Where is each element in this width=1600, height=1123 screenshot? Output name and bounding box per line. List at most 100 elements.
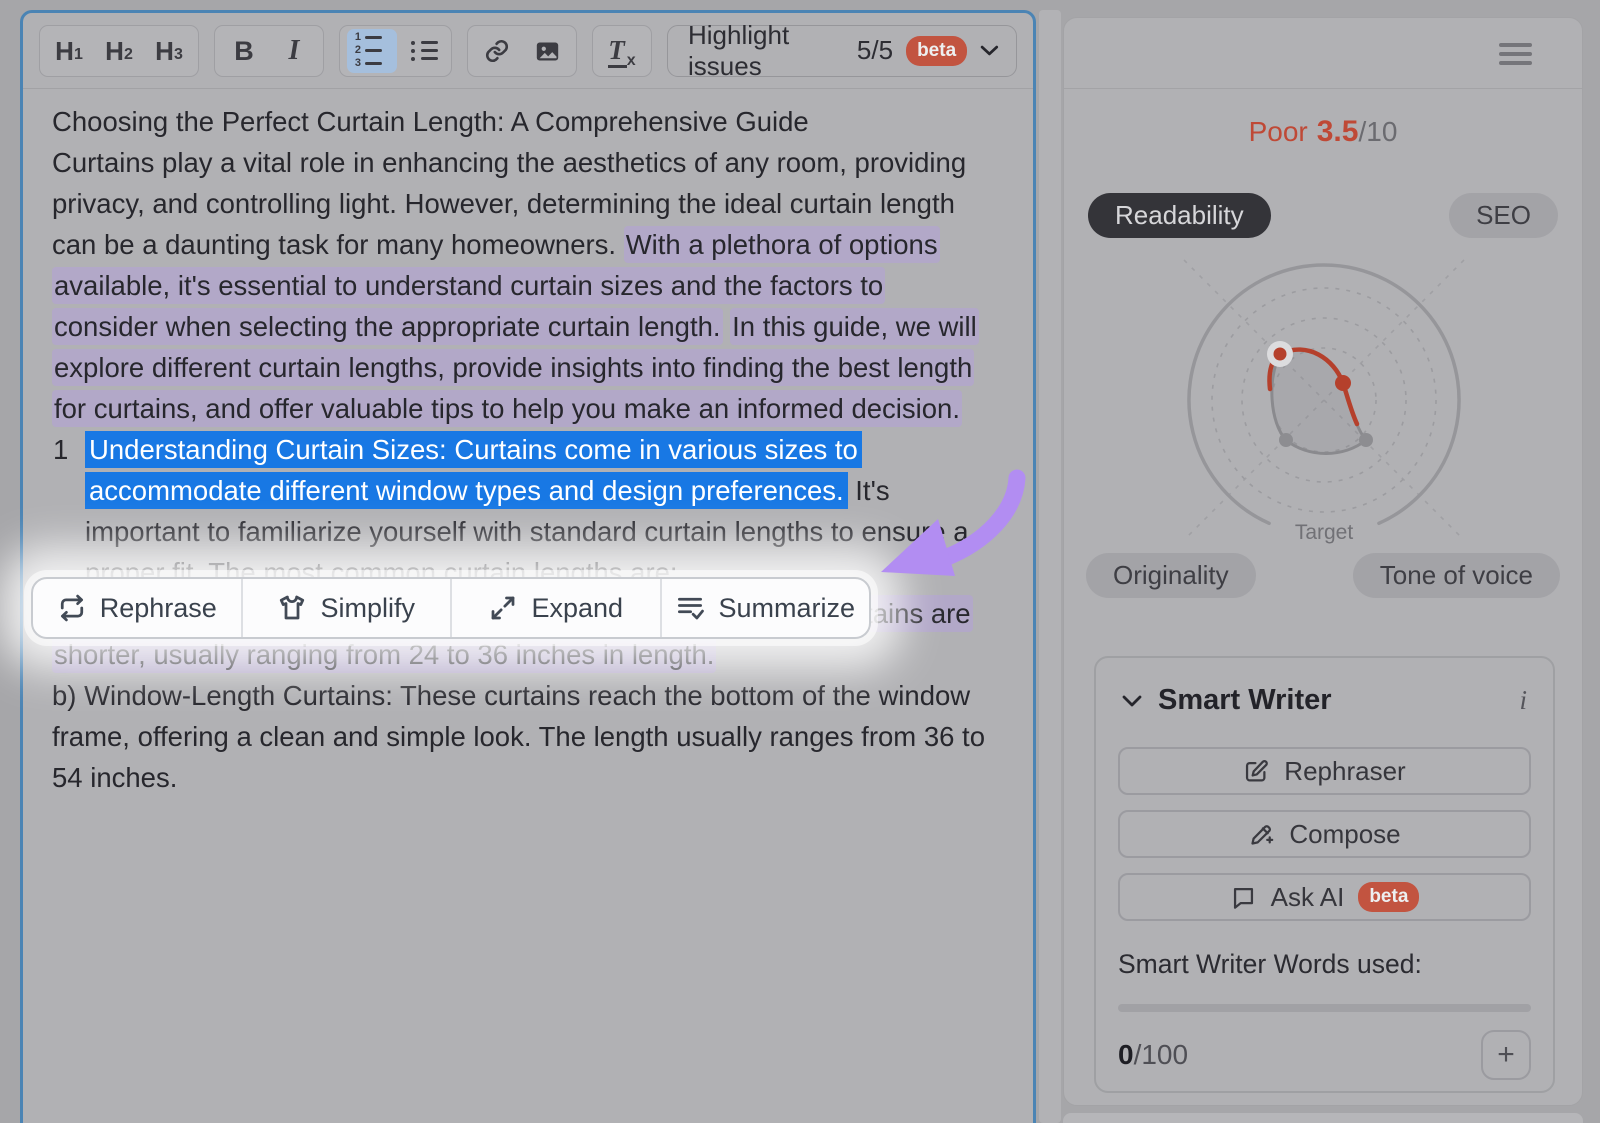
h1-sub: 1	[74, 47, 83, 63]
h3-label: H	[155, 29, 174, 73]
smart-writer-header: Smart Writer i	[1122, 684, 1527, 717]
ol-digit: 1	[353, 33, 361, 42]
bullet-list-icon-row	[409, 49, 438, 53]
ask-ai-icon	[1230, 884, 1257, 911]
scrollbar[interactable]	[1039, 10, 1061, 1123]
ask-ai-button[interactable]: Ask AI beta	[1118, 873, 1531, 921]
menu-icon[interactable]	[1499, 43, 1532, 65]
ordered-list-icon: 1	[353, 33, 382, 42]
compose-label: Compose	[1289, 819, 1400, 850]
panel-header	[1064, 18, 1582, 89]
plus-icon: +	[1497, 1038, 1515, 1072]
seo-writing-assistant-app: H1 H2 H3 B I 1 2 3	[0, 0, 1600, 1123]
ask-ai-label: Ask AI	[1271, 882, 1345, 913]
tone-of-voice-label: Tone of voice	[1380, 560, 1533, 591]
overall-score: Poor3.5/10	[1064, 115, 1582, 149]
h2-button[interactable]: H2	[97, 29, 141, 73]
clear-formatting-icon: T x	[608, 34, 635, 68]
gauge-target-label: Target	[1295, 521, 1354, 544]
gauge-point-gray	[1279, 433, 1293, 447]
tab-tone-of-voice[interactable]: Tone of voice	[1353, 553, 1560, 598]
clear-format-t: T	[608, 37, 627, 68]
add-words-button[interactable]: +	[1481, 1030, 1531, 1080]
link-button[interactable]	[475, 29, 519, 73]
bold-icon: B	[234, 29, 254, 73]
score-max: /10	[1358, 116, 1397, 147]
document-content[interactable]: Choosing the Perfect Curtain Length: A C…	[52, 101, 992, 798]
words-used-progress-bar	[1118, 1004, 1531, 1012]
ordered-list-icon-row: 3	[353, 59, 382, 68]
h3-button[interactable]: H3	[147, 29, 191, 73]
collapse-chevron-icon[interactable]	[1122, 695, 1142, 707]
tab-readability[interactable]: Readability	[1088, 193, 1271, 238]
ordered-list-icon-row: 2	[353, 46, 382, 55]
tab-seo[interactable]: SEO	[1449, 193, 1558, 238]
list-button-group: 1 2 3	[339, 25, 452, 77]
simplify-icon	[277, 593, 307, 623]
simplify-label: Simplify	[320, 593, 415, 624]
ol-digit: 2	[353, 46, 361, 55]
score-tabs-bottom: Originality Tone of voice	[1064, 553, 1582, 598]
selected-text: Understanding Curtain Sizes: Curtains co…	[85, 431, 862, 509]
expand-icon	[488, 593, 518, 623]
beta-badge: beta	[906, 36, 967, 66]
beta-badge: beta	[1358, 882, 1419, 912]
words-used-max: /100	[1134, 1039, 1189, 1070]
summarize-icon	[675, 593, 705, 623]
rephraser-button[interactable]: Rephraser	[1118, 747, 1531, 795]
paragraph-window-length: b) Window-Length Curtains: These curtain…	[52, 675, 992, 798]
h1-button[interactable]: H1	[47, 29, 91, 73]
rephrase-icon	[57, 593, 87, 623]
heading-button-group: H1 H2 H3	[39, 25, 199, 77]
score-value: 3.5	[1317, 115, 1359, 148]
rephraser-label: Rephraser	[1284, 756, 1405, 787]
bold-button[interactable]: B	[222, 29, 266, 73]
list-number: 1	[53, 429, 68, 470]
h3-sub: 3	[174, 47, 183, 63]
bullet-list-icon	[409, 41, 438, 45]
rephrase-label: Rephrase	[100, 593, 217, 624]
summarize-button[interactable]: Summarize	[660, 579, 870, 637]
gauge-point-gray	[1359, 433, 1373, 447]
smart-writer-card: Smart Writer i Rephraser Compose	[1094, 656, 1555, 1093]
insert-button-group	[467, 25, 577, 77]
words-used-count: 0/100	[1118, 1039, 1188, 1071]
gauge-point-red	[1335, 375, 1351, 391]
clear-formatting-button[interactable]: T x	[600, 29, 644, 73]
clear-format-group: T x	[592, 25, 652, 77]
format-button-group: B I	[214, 25, 324, 77]
image-button[interactable]	[525, 29, 569, 73]
highlight-issues-count: 5/5	[857, 35, 893, 66]
expand-button[interactable]: Expand	[450, 579, 660, 637]
ol-digit: 3	[353, 59, 361, 68]
highlight-issues-label: Highlight issues	[688, 20, 844, 82]
h2-sub: 2	[124, 47, 133, 63]
expand-label: Expand	[531, 593, 623, 624]
italic-button[interactable]: I	[272, 29, 316, 73]
document-title: Choosing the Perfect Curtain Length: A C…	[52, 101, 992, 142]
highlight-issues-dropdown[interactable]: Highlight issues 5/5 beta	[667, 25, 1017, 77]
rephrase-button[interactable]: Rephrase	[33, 579, 241, 637]
clear-format-x: x	[627, 54, 636, 68]
words-used-label: Smart Writer Words used:	[1118, 949, 1531, 980]
tab-originality[interactable]: Originality	[1086, 553, 1256, 598]
info-icon[interactable]: i	[1519, 685, 1527, 716]
h1-label: H	[55, 29, 74, 73]
compose-button[interactable]: Compose	[1118, 810, 1531, 858]
italic-icon: I	[289, 29, 300, 73]
bullet-list-button[interactable]	[403, 29, 444, 73]
ordered-list-button[interactable]: 1 2 3	[347, 29, 397, 73]
image-icon	[534, 38, 561, 65]
score-tabs-top: Readability SEO	[1064, 193, 1582, 238]
chevron-down-icon	[980, 44, 999, 57]
numbered-list-item: 1 Understanding Curtain Sizes: Curtains c…	[52, 429, 992, 593]
seo-label: SEO	[1476, 200, 1531, 231]
editor-toolbar: H1 H2 H3 B I 1 2 3	[23, 13, 1033, 89]
gauge-point-active	[1274, 348, 1287, 361]
bullet-list-icon-row	[409, 57, 438, 61]
readability-label: Readability	[1115, 200, 1244, 231]
originality-label: Originality	[1113, 560, 1229, 591]
words-used-row: 0/100 +	[1118, 1030, 1531, 1080]
editor-panel: H1 H2 H3 B I 1 2 3	[20, 10, 1036, 1123]
simplify-button[interactable]: Simplify	[241, 579, 451, 637]
